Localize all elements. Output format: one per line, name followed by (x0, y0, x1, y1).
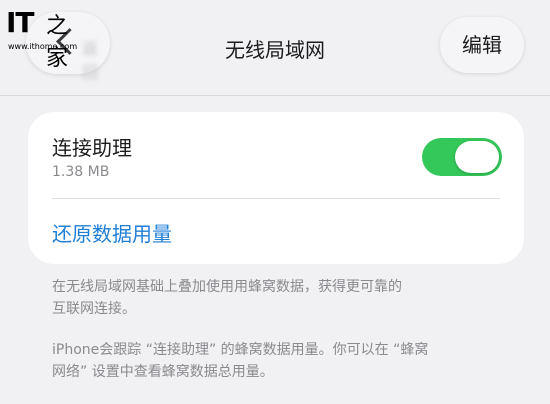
toggle-knob (455, 141, 499, 173)
description-line: 互联网连接。 (52, 301, 136, 317)
connection-assistant-card: 连接助理 1.38 MB 还原数据用量 (28, 112, 524, 264)
reset-data-usage-button[interactable]: 还原数据用量 (52, 218, 172, 247)
header-divider (0, 95, 550, 96)
usage-tracking-note: iPhone会跟踪 “连接助理” 的蜂窝数据用量。你可以在 “蜂窝 网络” 设置… (52, 339, 512, 383)
edit-button[interactable]: 编辑 (440, 17, 524, 73)
note-line: 网络” 设置中查看蜂窝数据总用量。 (52, 364, 274, 380)
description-line: 在无线局域网基础上叠加使用用蜂窝数据，获得更可靠的 (52, 279, 402, 295)
card-divider (52, 198, 500, 199)
nav-header: 返回 IT 之家 www.ithome.com 无线局域网 编辑 (0, 0, 550, 96)
data-usage-value: 1.38 MB (52, 164, 110, 180)
connection-assistant-toggle[interactable] (422, 138, 502, 176)
assistant-description: 在无线局域网基础上叠加使用用蜂窝数据，获得更可靠的 互联网连接。 (52, 276, 512, 320)
note-line: iPhone会跟踪 “连接助理” 的蜂窝数据用量。你可以在 “蜂窝 (52, 342, 429, 358)
connection-assistant-label: 连接助理 (52, 136, 132, 160)
